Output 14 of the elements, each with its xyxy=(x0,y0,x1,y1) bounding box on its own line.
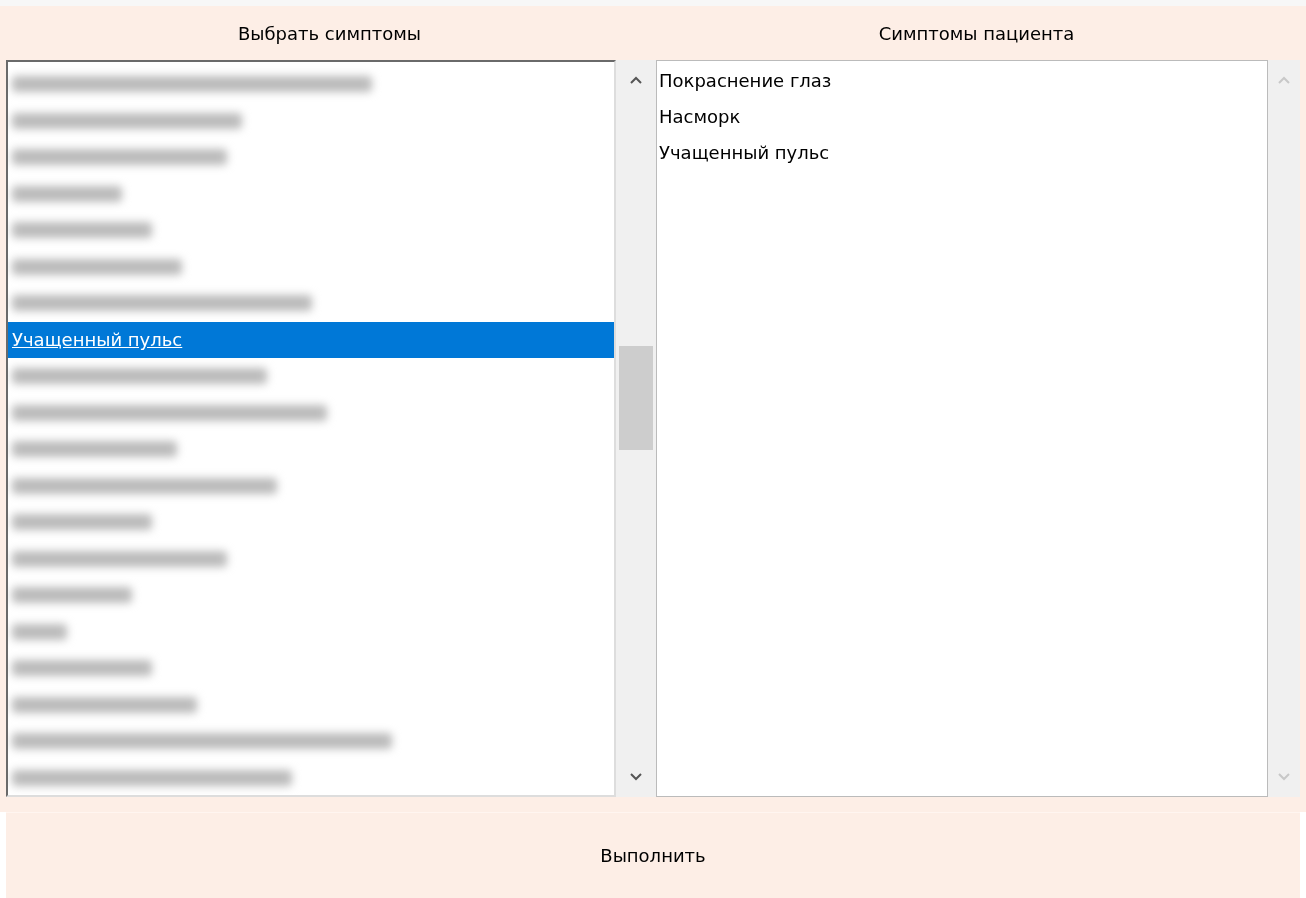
list-item[interactable]: Учащенный пульс xyxy=(8,321,614,358)
scroll-up-icon[interactable] xyxy=(629,75,643,85)
scroll-thumb[interactable] xyxy=(619,346,653,450)
list-item[interactable]: Учащенный пульс xyxy=(659,135,1267,171)
list-item[interactable]: Насморк xyxy=(659,99,1267,135)
scrollbar[interactable] xyxy=(616,60,656,797)
column-header: Выбрать симптомы xyxy=(236,21,423,46)
blurred-text xyxy=(12,623,67,640)
column-header: Симптомы пациента xyxy=(877,21,1076,46)
list-item[interactable]: Покраснение глаз xyxy=(659,63,1267,99)
run-button[interactable]: Выполнить xyxy=(6,812,1300,898)
symptom-list[interactable]: Учащенный пульс xyxy=(6,60,616,797)
scroll-down-icon[interactable] xyxy=(629,772,643,782)
patient-symptom-list[interactable]: Покраснение глаз Насморк Учащенный пульс xyxy=(656,60,1268,797)
